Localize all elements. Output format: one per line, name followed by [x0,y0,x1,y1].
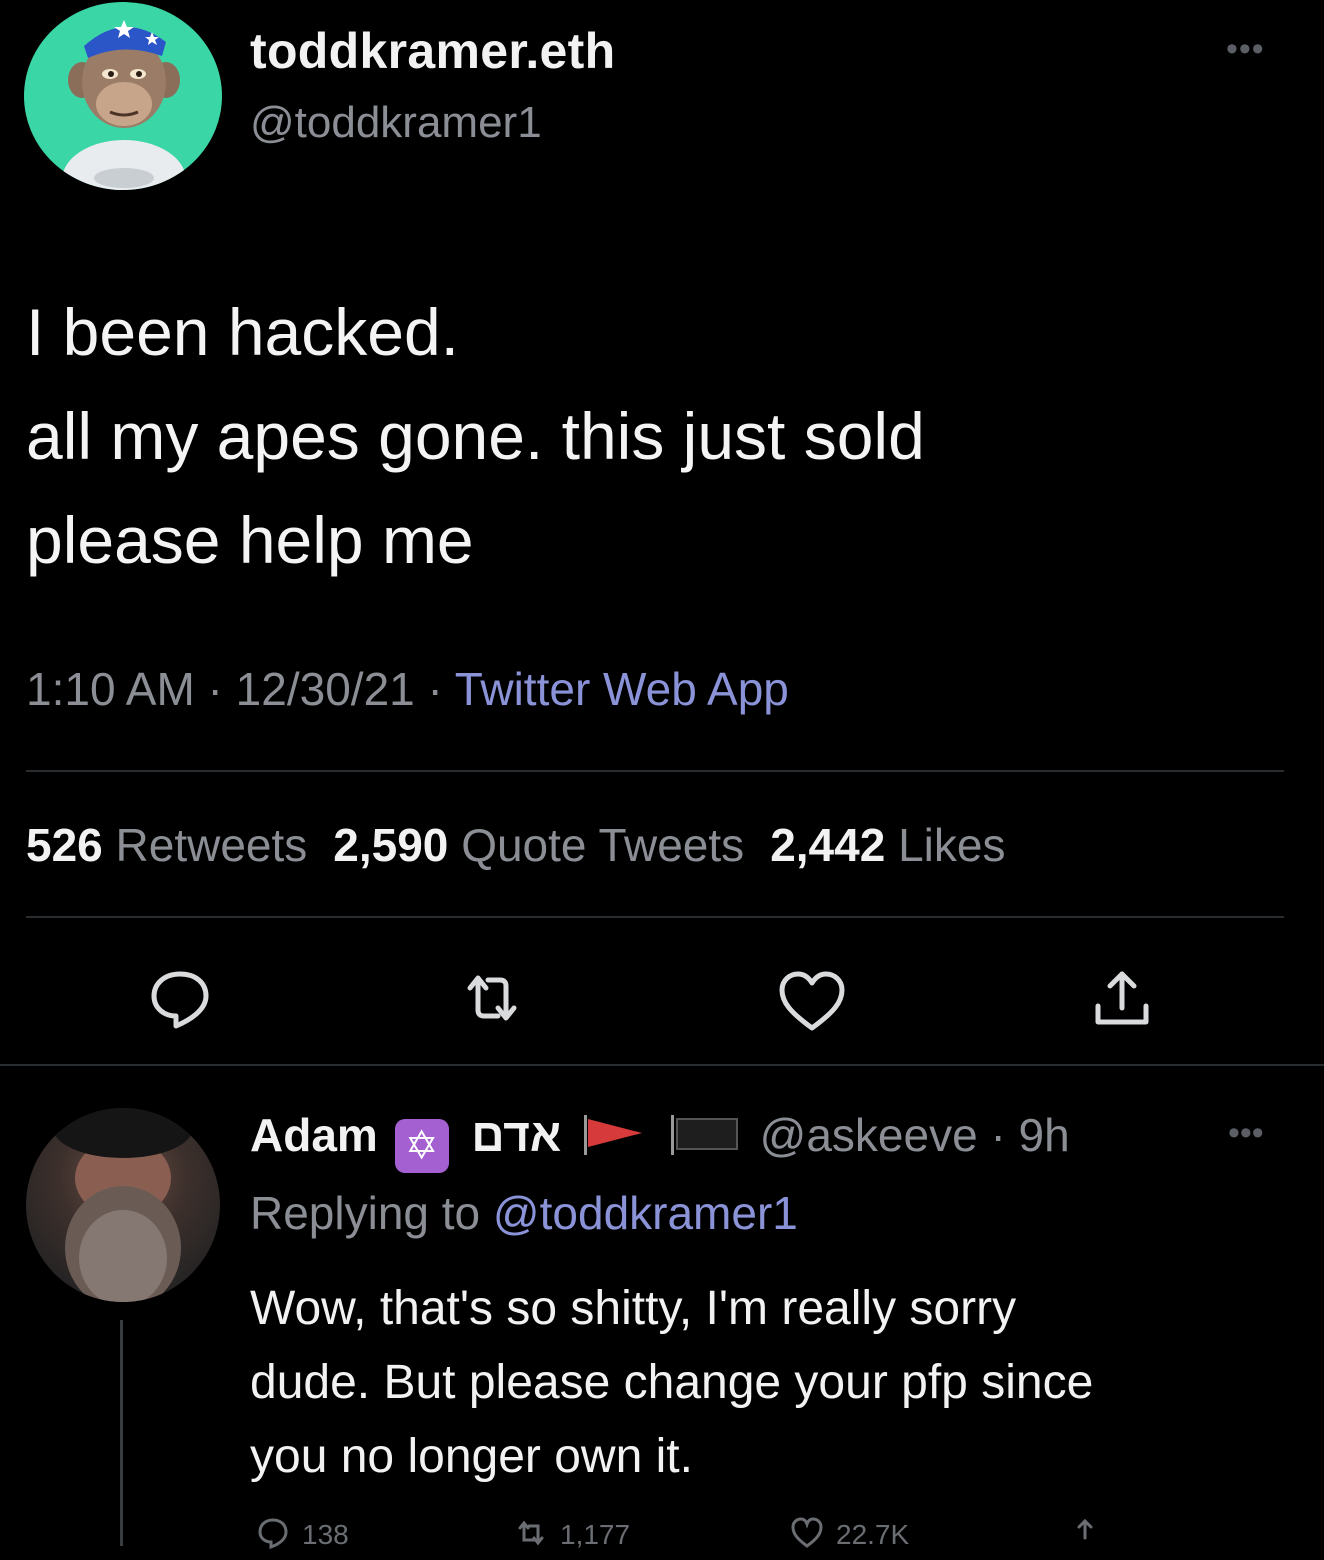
reply-hebrew-name: אדם [471,1109,562,1161]
tweet-text: I been hacked. all my apes gone. this ju… [26,280,1266,592]
author-handle[interactable]: @toddkramer1 [250,98,542,148]
likes-label: Likes [898,819,1006,871]
reply-reply-button[interactable]: 138 [256,1516,349,1551]
tweet-time[interactable]: 1:10 AM [26,663,195,715]
reply-icon [258,1518,288,1550]
quotes-stat[interactable]: 2,590 Quote Tweets [333,819,744,871]
tweet-text-line: please help me [26,503,474,577]
retweet-icon [518,1520,544,1546]
quotes-label: Quote Tweets [461,819,745,871]
ellipsis-icon[interactable]: ••• [1226,30,1265,69]
reply-text-line: Wow, that's so shitty, I'm really sorry [250,1282,1017,1335]
retweets-stat[interactable]: 526 Retweets [26,819,307,871]
reply-share-button[interactable] [1068,1516,1114,1551]
like-icon [791,1517,823,1548]
reply-display-name[interactable]: Adam [250,1109,378,1161]
retweets-label: Retweets [115,819,308,871]
tweet-stats: 526 Retweets 2,590 Quote Tweets 2,442 Like… [26,818,1005,872]
tweet-meta: 1:10 AM · 12/30/21 · Twitter Web App [26,662,789,716]
thread-line [120,1320,123,1546]
reply-replies-count: 138 [302,1519,349,1550]
reply-like-button[interactable]: 22.7K [790,1516,909,1551]
star-of-david-icon: ✡ [394,1119,449,1173]
tweet-source[interactable]: Twitter Web App [455,663,789,715]
reply-header: Adam ✡ אדם @askeeve · 9h [250,1108,1070,1173]
bearded-man-avatar-image [53,1108,193,1302]
tweet-text-line: I been hacked. [26,295,459,369]
likes-count: 2,442 [770,819,886,871]
share-icon[interactable] [1086,962,1158,1034]
author-avatar[interactable] [24,2,222,190]
retweets-count: 526 [26,819,103,871]
reply-text-line: dude. But please change your pfp since [250,1356,1094,1409]
replying-to: Replying to @toddkramer1 [250,1186,798,1240]
reply-handle-time[interactable]: @askeeve · 9h [760,1109,1070,1161]
replying-prefix: Replying to [250,1187,481,1239]
black-flag-icon [669,1113,745,1168]
reply-retweets-count: 1,177 [560,1519,631,1550]
divider [26,770,1284,772]
reply-text-line: you no longer own it. [250,1430,693,1483]
like-icon[interactable] [776,966,848,1038]
author-display-name[interactable]: toddkramer.eth [250,22,615,80]
tweet-text-line: all my apes gone. this just sold [26,399,925,473]
quotes-count: 2,590 [333,819,449,871]
divider [26,916,1284,918]
red-flag-icon [582,1113,652,1168]
ape-avatar-image [62,20,186,190]
ellipsis-icon[interactable]: ••• [1228,1114,1264,1153]
retweet-icon[interactable] [456,962,528,1034]
reply-likes-count: 22.7K [836,1519,910,1550]
reply-action-bar: 138 1,177 22.7K [250,1516,1300,1560]
reply-retweet-button[interactable]: 1,177 [514,1516,630,1551]
reply-icon[interactable] [144,962,216,1034]
reply-text: Wow, that's so shitty, I'm really sorry … [250,1272,1300,1494]
reply-author-avatar[interactable] [26,1108,220,1302]
likes-stat[interactable]: 2,442 Likes [770,819,1005,871]
share-icon [1077,1518,1093,1540]
meta-separator: · [414,663,455,715]
replying-mention[interactable]: @toddkramer1 [493,1187,798,1239]
tweet-date[interactable]: 12/30/21 [236,663,415,715]
divider [0,1064,1324,1066]
meta-separator: · [194,663,236,715]
